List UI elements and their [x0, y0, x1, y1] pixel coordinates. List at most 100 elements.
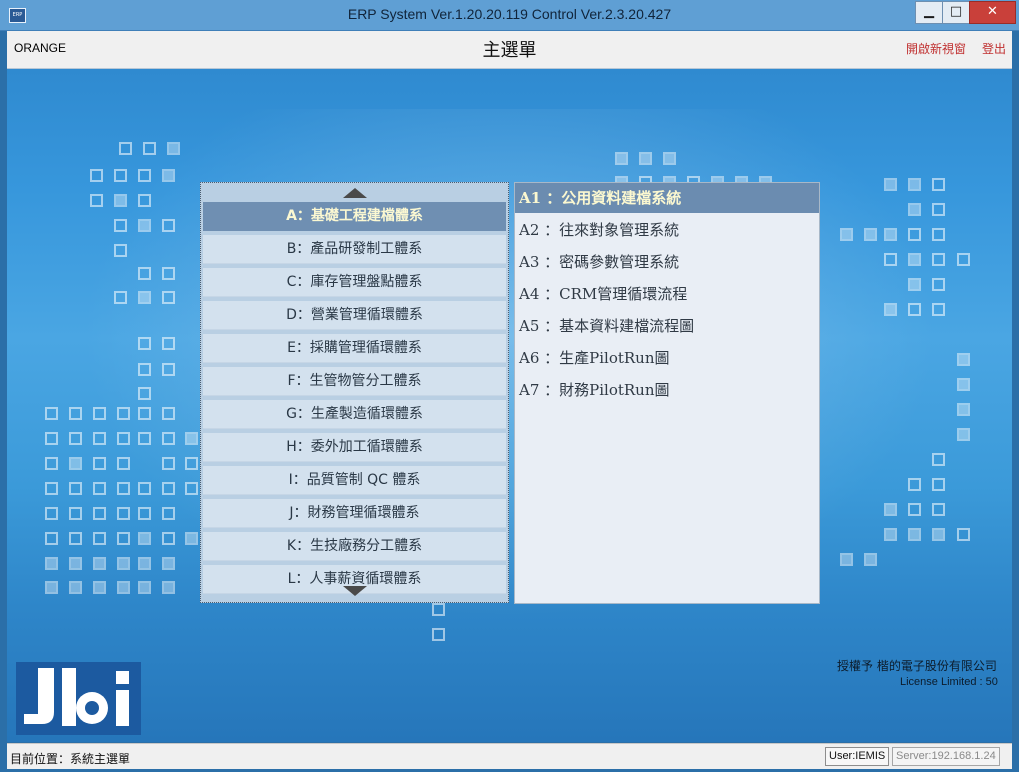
- open-new-window-link[interactable]: 開啟新視窗: [906, 40, 966, 57]
- decorative-square: [114, 194, 127, 207]
- decorative-square: [114, 169, 127, 182]
- decorative-square: [93, 432, 106, 445]
- decorative-square: [884, 228, 897, 241]
- decorative-square: [162, 219, 175, 232]
- decorative-square: [932, 228, 945, 241]
- maximize-button[interactable]: □: [942, 1, 970, 24]
- category-item[interactable]: J：財務管理循環體系: [203, 499, 506, 528]
- decorative-square: [69, 482, 82, 495]
- minimize-button[interactable]: ▁: [915, 1, 943, 24]
- category-item[interactable]: A：基礎工程建檔體系: [203, 202, 506, 231]
- submenu-item[interactable]: A1 ：公用資料建檔系統: [515, 183, 819, 213]
- scroll-down-button[interactable]: [201, 583, 508, 599]
- decorative-square: [932, 278, 945, 291]
- decorative-square: [908, 478, 921, 491]
- decorative-square: [138, 363, 151, 376]
- category-item[interactable]: G：生產製造循環體系: [203, 400, 506, 429]
- current-location: 目前位置：系統主選單: [10, 752, 131, 766]
- decorative-square: [69, 407, 82, 420]
- decorative-square: [932, 528, 945, 541]
- title-bar[interactable]: ERP ERP System Ver.1.20.20.119 Control V…: [0, 0, 1019, 31]
- decorative-square: [162, 557, 175, 570]
- logout-link[interactable]: 登出: [982, 40, 1006, 57]
- submenu-item[interactable]: A7 ：財務PilotRun圖: [515, 375, 819, 405]
- decorative-square: [45, 482, 58, 495]
- decorative-square: [45, 532, 58, 545]
- decorative-square: [162, 507, 175, 520]
- submenu-item[interactable]: A2 ：往來對象管理系統: [515, 215, 819, 245]
- decorative-square: [93, 407, 106, 420]
- license-limit-text: License Limited : 50: [900, 676, 998, 688]
- category-item[interactable]: D：營業管理循環體系: [203, 301, 506, 330]
- status-bar: 目前位置：系統主選單 User:IEMIS Server:192.168.1.2…: [7, 743, 1012, 769]
- submenu-item[interactable]: A6 ：生產PilotRun圖: [515, 343, 819, 373]
- category-item[interactable]: K：生技廠務分工體系: [203, 532, 506, 561]
- decorative-square: [162, 457, 175, 470]
- decorative-square: [908, 253, 921, 266]
- decorative-square: [864, 553, 877, 566]
- category-item[interactable]: F：生管物管分工體系: [203, 367, 506, 396]
- decorative-square: [908, 503, 921, 516]
- decorative-square: [93, 581, 106, 594]
- decorative-square: [162, 267, 175, 280]
- decorative-square: [138, 387, 151, 400]
- decorative-square: [138, 557, 151, 570]
- decorative-square: [143, 142, 156, 155]
- decorative-square: [432, 603, 445, 616]
- header-bar: ORANGE 主選單 開啟新視窗 登出: [7, 31, 1012, 69]
- submenu-item[interactable]: A3 ：密碼參數管理系統: [515, 247, 819, 277]
- decorative-square: [162, 432, 175, 445]
- decorative-square: [138, 532, 151, 545]
- decorative-square: [114, 244, 127, 257]
- submenu-item[interactable]: A5 ：基本資料建檔流程圖: [515, 311, 819, 341]
- background-glow: [7, 109, 1012, 669]
- decorative-square: [138, 507, 151, 520]
- decorative-square: [45, 507, 58, 520]
- decorative-square: [185, 532, 198, 545]
- decorative-square: [93, 482, 106, 495]
- category-item[interactable]: E：採購管理循環體系: [203, 334, 506, 363]
- decorative-square: [167, 142, 180, 155]
- decorative-square: [908, 178, 921, 191]
- decorative-square: [117, 432, 130, 445]
- scroll-up-button[interactable]: [201, 184, 508, 200]
- category-item[interactable]: C：庫存管理盤點體系: [203, 268, 506, 297]
- decorative-square: [908, 528, 921, 541]
- decorative-square: [45, 457, 58, 470]
- decorative-square: [162, 581, 175, 594]
- decorative-square: [185, 482, 198, 495]
- category-item[interactable]: B：產品研發制工體系: [203, 235, 506, 264]
- decorative-square: [639, 152, 652, 165]
- decorative-square: [138, 482, 151, 495]
- server-indicator: Server:192.168.1.24: [892, 747, 1000, 766]
- decorative-square: [69, 432, 82, 445]
- decorative-square: [932, 178, 945, 191]
- decorative-square: [864, 228, 877, 241]
- decorative-square: [114, 219, 127, 232]
- decorative-square: [45, 407, 58, 420]
- decorative-square: [69, 581, 82, 594]
- decorative-square: [117, 407, 130, 420]
- decorative-square: [117, 507, 130, 520]
- decorative-square: [117, 557, 130, 570]
- decorative-square: [138, 432, 151, 445]
- decorative-square: [117, 581, 130, 594]
- decorative-square: [45, 557, 58, 570]
- decorative-square: [69, 507, 82, 520]
- decorative-square: [90, 194, 103, 207]
- erp-window: ERP ERP System Ver.1.20.20.119 Control V…: [0, 0, 1019, 772]
- decorative-square: [884, 253, 897, 266]
- license-authorized-text: 授權予 楷的電子股份有限公司: [837, 659, 997, 673]
- submenu-item[interactable]: A4 ：CRM管理循環流程: [515, 279, 819, 309]
- decorative-square: [908, 278, 921, 291]
- category-item[interactable]: H：委外加工循環體系: [203, 433, 506, 462]
- decorative-square: [840, 553, 853, 566]
- arrow-up-icon: [343, 188, 367, 198]
- category-item[interactable]: I：品質管制 QC 體系: [203, 466, 506, 495]
- decorative-square: [138, 291, 151, 304]
- close-button[interactable]: ✕: [969, 1, 1016, 24]
- decorative-square: [138, 194, 151, 207]
- decorative-square: [615, 152, 628, 165]
- decorative-square: [932, 303, 945, 316]
- decorative-square: [162, 363, 175, 376]
